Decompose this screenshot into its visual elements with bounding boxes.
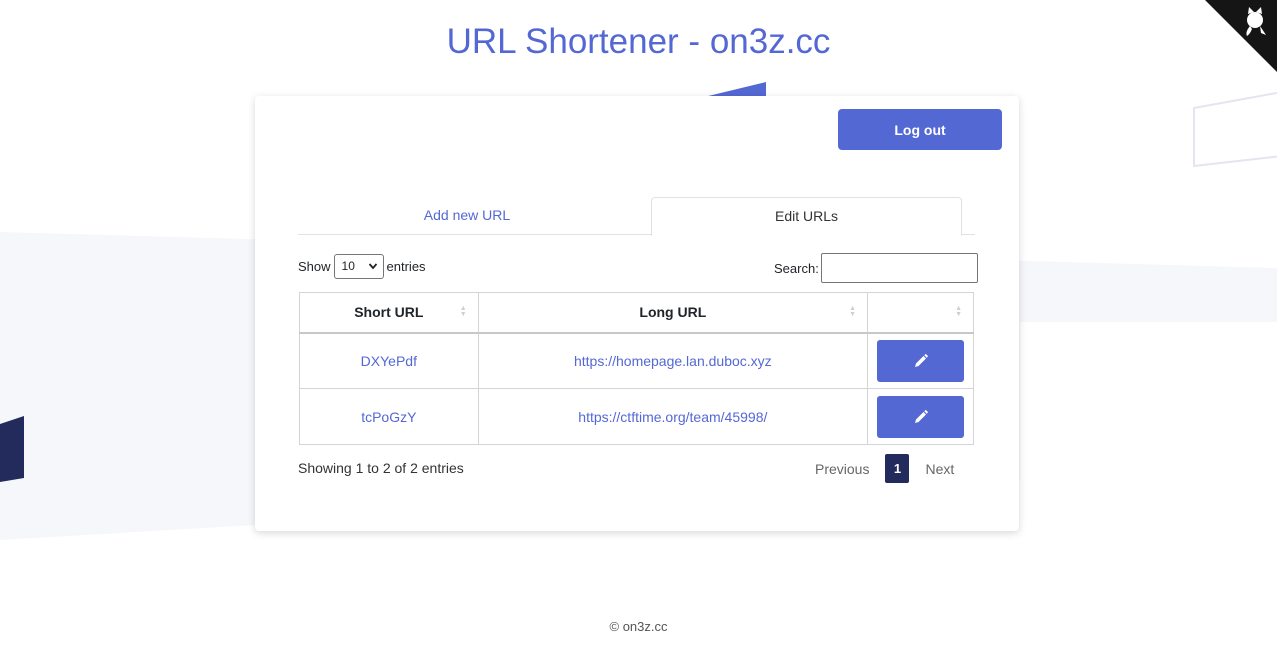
tab-edit-urls[interactable]: Edit URLs xyxy=(651,197,962,236)
column-header-short-url[interactable]: Short URL ▲ ▼ xyxy=(299,292,479,334)
github-corner-link[interactable] xyxy=(1205,0,1277,72)
chevron-down-icon xyxy=(368,255,378,287)
search-control: Search: xyxy=(774,253,978,283)
page-title: URL Shortener - on3z.cc xyxy=(446,22,831,61)
table-info: Showing 1 to 2 of 2 entries xyxy=(298,460,464,476)
pagination: Previous 1 Next xyxy=(815,454,954,483)
column-header-actions[interactable]: ▲ ▼ xyxy=(867,292,974,334)
background-outline-shape xyxy=(1193,92,1277,168)
long-url-link[interactable]: https://ctftime.org/team/45998/ xyxy=(578,409,767,425)
short-url-link[interactable]: DXYePdf xyxy=(361,353,417,369)
table-row: tcPoGzY https://ctftime.org/team/45998/ xyxy=(299,388,974,445)
background-block xyxy=(0,416,24,482)
show-label: Show xyxy=(298,258,331,274)
sort-icon: ▲ ▼ xyxy=(955,305,962,318)
table-row: DXYePdf https://homepage.lan.duboc.xyz xyxy=(299,332,974,389)
entries-label: entries xyxy=(386,258,426,274)
previous-page-button[interactable]: Previous xyxy=(815,461,869,477)
pencil-icon xyxy=(914,353,928,367)
next-page-button[interactable]: Next xyxy=(925,461,954,477)
logout-button[interactable]: Log out xyxy=(838,109,1002,150)
page-length-value: 10 xyxy=(341,258,355,273)
page-length-select[interactable]: 10 xyxy=(333,253,384,279)
edit-button[interactable] xyxy=(877,395,965,438)
page-length-control: Show 10 entries xyxy=(298,253,426,279)
footer-copyright: © on3z.cc xyxy=(609,619,668,634)
urls-table: Short URL ▲ ▼ Long URL ▲ ▼ ▲ ▼ DXYePdf http… xyxy=(299,292,974,445)
column-header-long-url[interactable]: Long URL ▲ ▼ xyxy=(477,292,869,334)
page-1-button[interactable]: 1 xyxy=(885,454,910,483)
main-card: Log out Add new URL Edit URLs Show 10 en… xyxy=(255,96,1019,531)
long-url-link[interactable]: https://homepage.lan.duboc.xyz xyxy=(574,353,772,369)
search-input[interactable] xyxy=(820,253,978,283)
pencil-icon xyxy=(914,409,928,423)
tab-add-new-url[interactable]: Add new URL xyxy=(298,197,636,235)
search-label: Search: xyxy=(774,260,819,276)
table-header-row: Short URL ▲ ▼ Long URL ▲ ▼ ▲ ▼ xyxy=(299,292,974,334)
edit-button[interactable] xyxy=(877,339,965,382)
sort-icon: ▲ ▼ xyxy=(849,305,857,318)
short-url-link[interactable]: tcPoGzY xyxy=(361,409,416,425)
github-octocat-icon xyxy=(1205,0,1277,72)
tab-bar: Add new URL Edit URLs xyxy=(298,197,975,236)
sort-icon: ▲ ▼ xyxy=(459,305,467,318)
